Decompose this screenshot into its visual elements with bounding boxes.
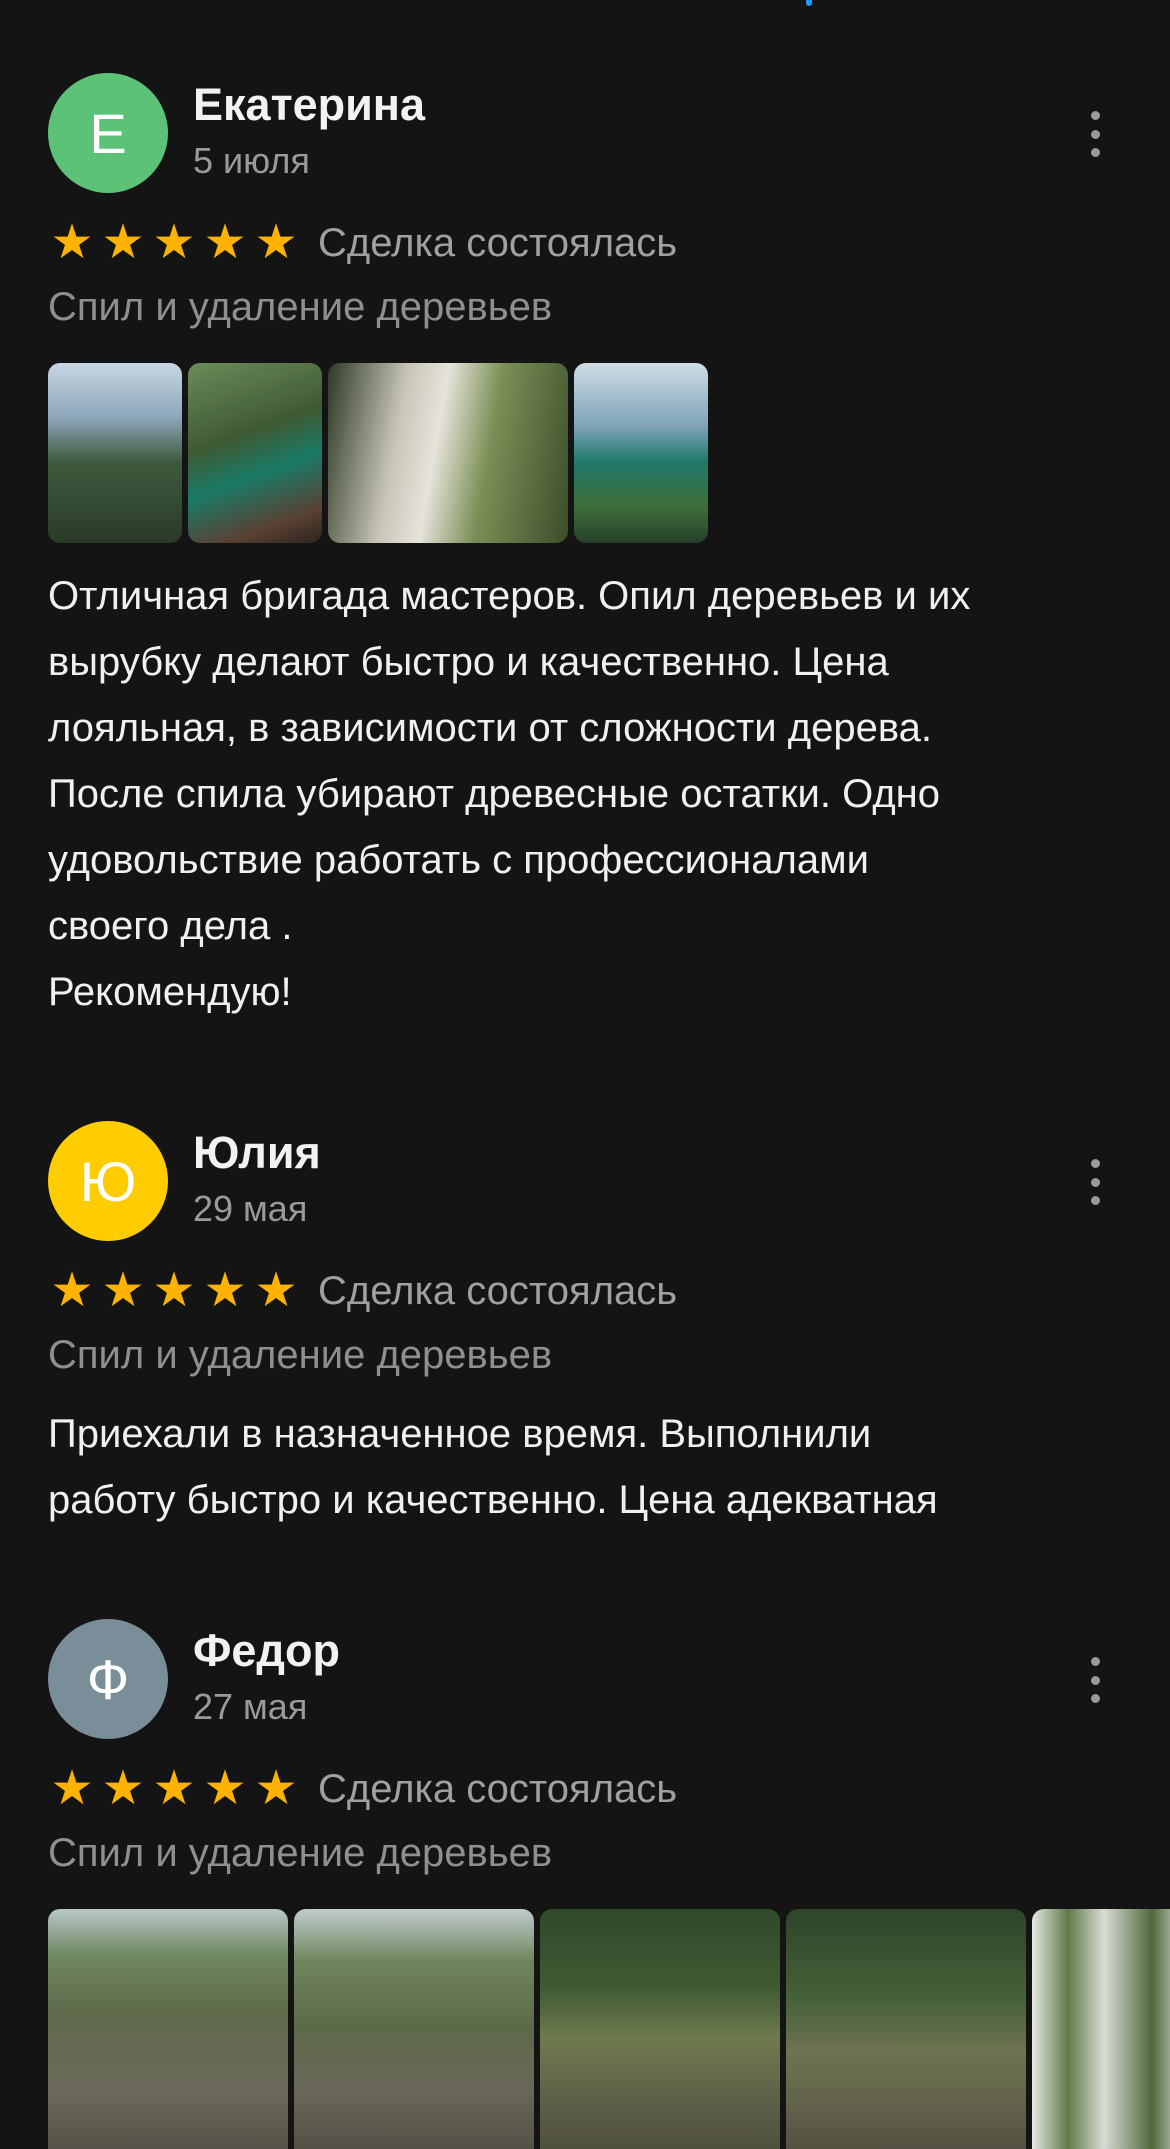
review-header: Ю Юлия 29 мая <box>48 1121 1128 1243</box>
star-icon: ★ <box>254 216 298 269</box>
photo-gallery <box>48 1909 1170 2149</box>
review-date: 5 июля <box>193 140 310 181</box>
deal-status: Сделка состоялась <box>318 1766 678 1811</box>
star-icon: ★ <box>50 1264 94 1317</box>
review-photo[interactable] <box>48 363 182 543</box>
photo-gallery <box>48 363 1128 543</box>
star-rating: ★ ★ ★ ★ ★ <box>48 1765 300 1813</box>
star-icon: ★ <box>254 1264 298 1317</box>
review-photo[interactable] <box>328 363 568 543</box>
author-name[interactable]: Екатерина <box>193 79 425 131</box>
review-photo[interactable] <box>188 363 322 543</box>
review-header: Ф Федор 27 мая <box>48 1619 1128 1741</box>
top-link-fragment <box>806 0 812 6</box>
review-photo[interactable] <box>48 1909 288 2149</box>
star-icon: ★ <box>203 1264 247 1317</box>
review-card: Ф Федор 27 мая ★ ★ ★ ★ ★ Сделка состояла… <box>48 1619 1170 2149</box>
review-photo[interactable] <box>540 1909 780 2149</box>
star-icon: ★ <box>101 1264 145 1317</box>
more-vertical-icon[interactable] <box>1080 1657 1110 1703</box>
star-icon: ★ <box>254 1762 298 1815</box>
star-rating: ★ ★ ★ ★ ★ <box>48 1267 300 1315</box>
star-icon: ★ <box>203 1762 247 1815</box>
service-category: Спил и удаление деревьев <box>48 1831 553 1875</box>
review-photo[interactable] <box>574 363 708 543</box>
review-date: 27 мая <box>193 1686 308 1727</box>
review-photo[interactable] <box>786 1909 1026 2149</box>
review-text: Приехали в назначенное время. Выполнили … <box>48 1412 938 1522</box>
deal-status: Сделка состоялась <box>318 220 678 265</box>
review-header: Е Екатерина 5 июля <box>48 73 1128 195</box>
star-icon: ★ <box>152 1762 196 1815</box>
review-date: 29 мая <box>193 1188 308 1229</box>
review-card: Ю Юлия 29 мая ★ ★ ★ ★ ★ Сделка состоялас… <box>48 1121 1128 1533</box>
star-icon: ★ <box>101 216 145 269</box>
review-text: Отличная бригада мастеров. Опил деревьев… <box>48 574 971 1014</box>
service-category: Спил и удаление деревьев <box>48 285 553 329</box>
author-name[interactable]: Федор <box>193 1625 340 1677</box>
more-vertical-icon[interactable] <box>1080 1159 1110 1205</box>
rating-row: ★ ★ ★ ★ ★ Сделка состоялась <box>48 1761 1128 1817</box>
deal-status: Сделка состоялась <box>318 1268 678 1313</box>
star-icon: ★ <box>203 216 247 269</box>
star-icon: ★ <box>152 216 196 269</box>
star-rating: ★ ★ ★ ★ ★ <box>48 219 300 267</box>
author-name[interactable]: Юлия <box>193 1127 321 1179</box>
rating-row: ★ ★ ★ ★ ★ Сделка состоялась <box>48 1263 1128 1319</box>
star-icon: ★ <box>50 1762 94 1815</box>
avatar[interactable]: Ф <box>48 1619 168 1739</box>
avatar[interactable]: Ю <box>48 1121 168 1241</box>
star-icon: ★ <box>50 216 94 269</box>
review-card: Е Екатерина 5 июля ★ ★ ★ ★ ★ Сделка сост… <box>48 73 1128 1025</box>
review-photo[interactable] <box>294 1909 534 2149</box>
more-vertical-icon[interactable] <box>1080 111 1110 157</box>
review-photo[interactable] <box>1032 1909 1170 2149</box>
rating-row: ★ ★ ★ ★ ★ Сделка состоялась <box>48 215 1128 271</box>
avatar[interactable]: Е <box>48 73 168 193</box>
star-icon: ★ <box>101 1762 145 1815</box>
star-icon: ★ <box>152 1264 196 1317</box>
service-category: Спил и удаление деревьев <box>48 1333 553 1377</box>
